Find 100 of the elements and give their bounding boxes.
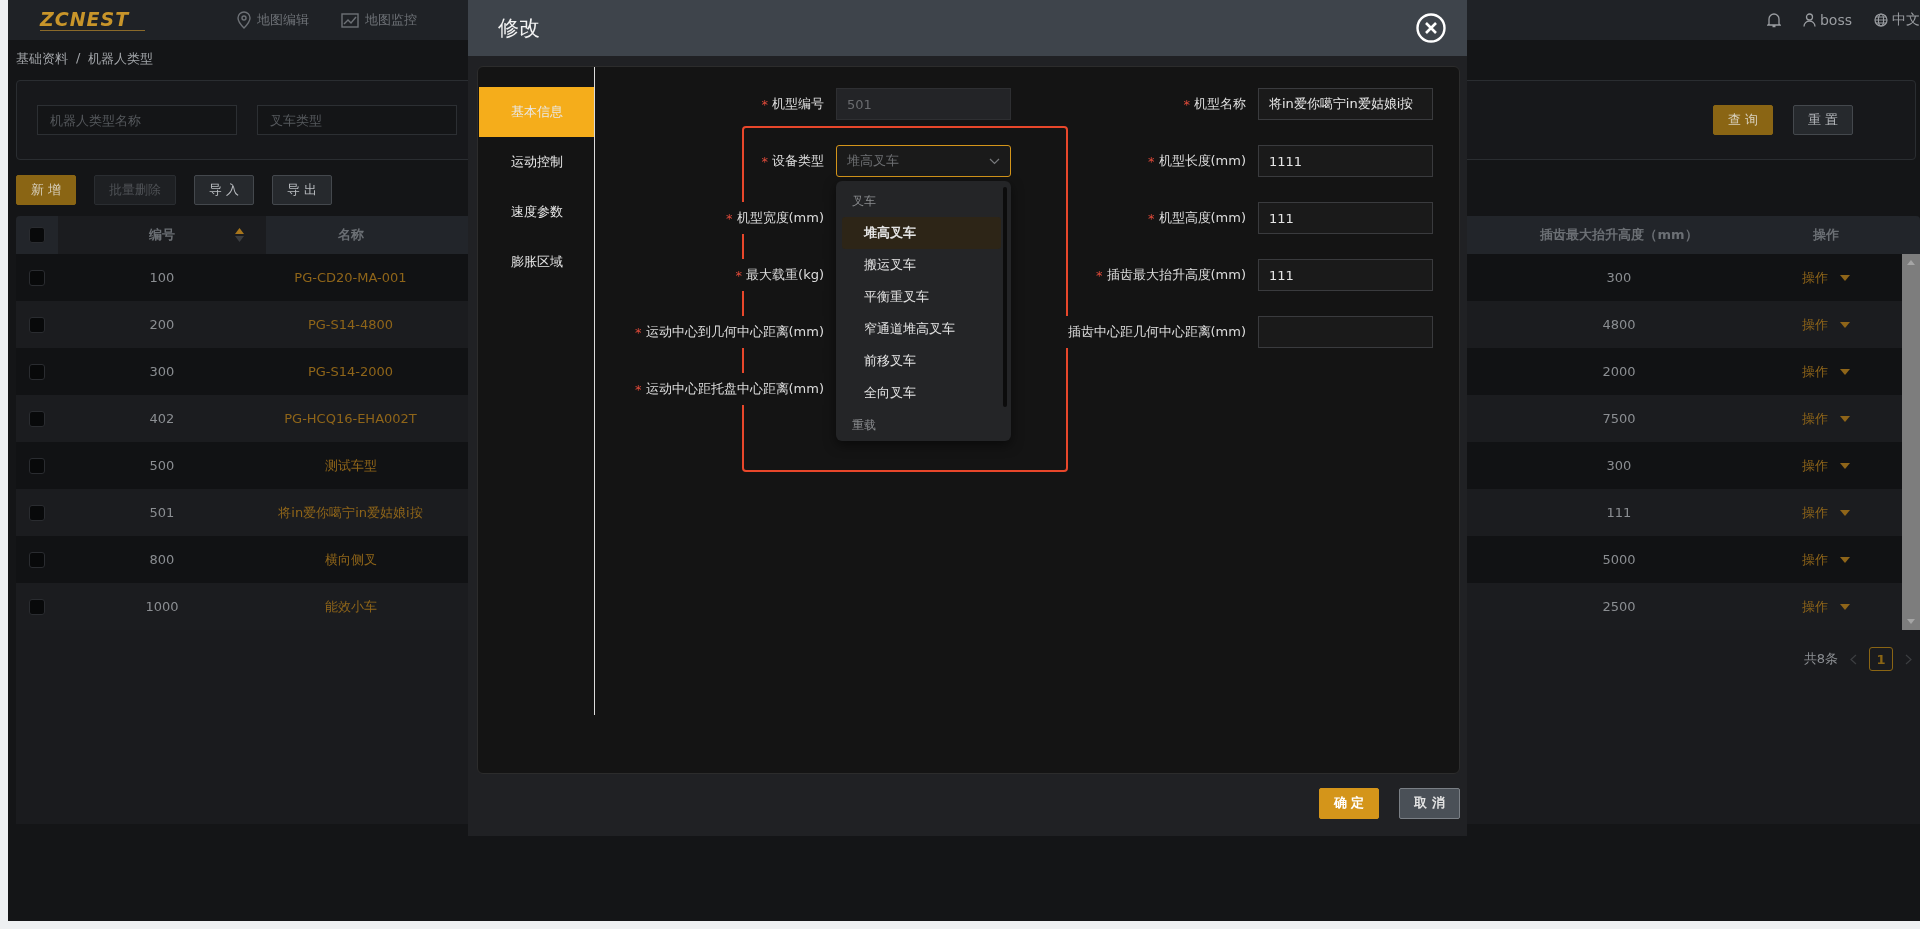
- map-pin-icon: [237, 11, 252, 29]
- dropdown-option[interactable]: 全向叉车: [842, 377, 1001, 409]
- table-cell: 2000: [1602, 364, 1636, 379]
- logo: ZCNEST: [40, 9, 146, 31]
- toolbar-button[interactable]: 新 增: [16, 175, 77, 205]
- action-link[interactable]: 操作: [1801, 456, 1850, 475]
- checkbox[interactable]: [29, 551, 45, 568]
- sort-icon[interactable]: [235, 228, 244, 242]
- side-tab[interactable]: 膨胀区域: [479, 237, 594, 287]
- table-cell: 111: [1606, 505, 1632, 520]
- caret-icon: [1839, 509, 1850, 516]
- table-cell: 300: [1606, 458, 1632, 473]
- table-cell: 测试车型: [324, 456, 377, 475]
- breadcrumb-separator: /: [76, 50, 81, 67]
- dropdown-option[interactable]: 前移叉车: [842, 345, 1001, 377]
- table-cell: 500: [149, 458, 175, 473]
- table-cell: 1000: [145, 599, 179, 614]
- user-menu[interactable]: boss: [1802, 12, 1852, 28]
- nav-link[interactable]: 地图编辑: [237, 11, 310, 29]
- select-field[interactable]: 堆高叉车: [836, 145, 1011, 177]
- input-field[interactable]: [1258, 316, 1433, 348]
- dropdown-option[interactable]: 堆高叉车: [842, 217, 1001, 249]
- field-label: 插齿中心距几何中心距离(mm): [1065, 316, 1246, 348]
- action-link[interactable]: 操作: [1801, 597, 1850, 616]
- toolbar-button[interactable]: 导 入: [194, 175, 255, 205]
- query-button[interactable]: 查 询: [1712, 105, 1773, 135]
- language-menu[interactable]: 中文: [1874, 11, 1920, 29]
- table-cell: PG-HCQ16-EHA002T: [284, 411, 417, 426]
- table-cell: PG-S14-4800: [307, 317, 394, 332]
- action-link[interactable]: 操作: [1801, 409, 1850, 428]
- checkbox[interactable]: [29, 363, 45, 380]
- caret-icon: [1839, 415, 1850, 422]
- column-header: 插齿最大抬升高度（mm）: [1540, 226, 1698, 244]
- checkbox[interactable]: [29, 410, 45, 427]
- globe-icon: [1874, 13, 1888, 27]
- action-link[interactable]: 操作: [1801, 503, 1850, 522]
- table-cell: 800: [149, 552, 175, 567]
- table-cell: 300: [149, 364, 175, 379]
- checkbox[interactable]: [29, 598, 45, 615]
- side-tab[interactable]: 运动控制: [479, 137, 594, 187]
- dropdown-option[interactable]: 搬运叉车: [842, 249, 1001, 281]
- side-tab[interactable]: 速度参数: [479, 187, 594, 237]
- nav-link[interactable]: 地图监控: [341, 11, 418, 29]
- table-cell: 7500: [1602, 411, 1636, 426]
- table-cell: PG-CD20-MA-001: [294, 270, 407, 285]
- checkbox[interactable]: [29, 316, 45, 333]
- dropdown-option[interactable]: 平衡重叉车: [842, 281, 1001, 313]
- table-cell: 501: [149, 505, 175, 520]
- scrollbar[interactable]: [1902, 254, 1920, 630]
- caret-icon: [1839, 462, 1850, 469]
- action-link[interactable]: 操作: [1801, 550, 1850, 569]
- toolbar-button[interactable]: 导 出: [272, 175, 333, 205]
- scroll-up-icon[interactable]: [1907, 260, 1915, 265]
- dropdown-option[interactable]: 窄通道堆高叉车: [842, 313, 1001, 345]
- checkbox[interactable]: [29, 457, 45, 474]
- input-field[interactable]: 111: [1258, 202, 1433, 234]
- chevron-left-icon[interactable]: [1850, 653, 1857, 665]
- close-icon: [1415, 12, 1447, 44]
- cancel-button[interactable]: 取 消: [1399, 787, 1460, 819]
- option-group-label: 重载: [851, 416, 877, 434]
- breadcrumb-current: 机器人类型: [88, 50, 154, 68]
- search-field[interactable]: 叉车类型: [257, 105, 457, 135]
- checkbox[interactable]: [29, 227, 45, 243]
- checkbox[interactable]: [29, 504, 45, 521]
- field-label: * 最大载重(kg): [733, 259, 824, 291]
- reset-button[interactable]: 重 置: [1792, 105, 1853, 135]
- page-button[interactable]: 1: [1869, 647, 1893, 671]
- table-cell: 2500: [1602, 599, 1636, 614]
- caret-icon: [1839, 321, 1850, 328]
- input-field[interactable]: 将in爱你噶宁in爱姑娘i按: [1258, 88, 1433, 120]
- breadcrumb-link[interactable]: 基础资料: [16, 50, 68, 80]
- action-link[interactable]: 操作: [1801, 315, 1850, 334]
- search-field[interactable]: 机器人类型名称: [37, 105, 237, 135]
- user-icon: [1802, 13, 1816, 27]
- table-cell: 将in爱你噶宁in爱姑娘i按: [278, 503, 423, 522]
- column-header: 编号: [149, 226, 175, 244]
- caret-icon: [1839, 556, 1850, 563]
- field-label: * 运动中心到几何中心距离(mm): [633, 316, 824, 348]
- action-link[interactable]: 操作: [1801, 362, 1850, 381]
- table-cell: PG-S14-2000: [307, 364, 394, 379]
- field-label: * 运动中心距托盘中心距离(mm): [633, 373, 824, 405]
- line-chart-icon: [341, 12, 360, 28]
- bell-icon[interactable]: [1766, 12, 1781, 28]
- close-button[interactable]: [1415, 12, 1447, 44]
- input-field[interactable]: 1111: [1258, 145, 1433, 177]
- field-label: * 机型宽度(mm): [724, 202, 824, 234]
- table-cell: 横向侧叉: [324, 550, 377, 569]
- input-field[interactable]: 111: [1258, 259, 1433, 291]
- table-cell: 300: [1606, 270, 1632, 285]
- caret-icon: [1839, 368, 1850, 375]
- scroll-down-icon[interactable]: [1907, 619, 1915, 624]
- table-cell: 200: [149, 317, 175, 332]
- column-header: 名称: [337, 226, 364, 244]
- table-cell: 100: [149, 270, 175, 285]
- caret-icon: [1839, 603, 1850, 610]
- table-cell: 402: [149, 411, 175, 426]
- chevron-right-icon[interactable]: [1905, 653, 1912, 665]
- caret-icon: [1839, 274, 1850, 281]
- checkbox[interactable]: [29, 269, 45, 286]
- action-link[interactable]: 操作: [1801, 268, 1850, 287]
